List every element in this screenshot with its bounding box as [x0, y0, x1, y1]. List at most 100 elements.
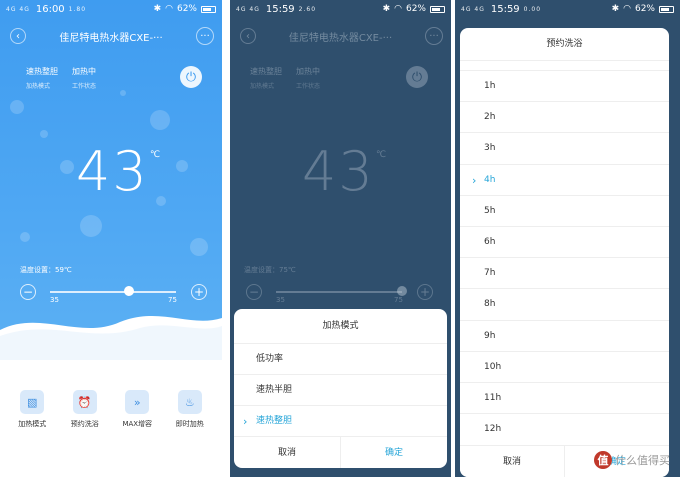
hour-option[interactable]: 12h	[460, 413, 669, 444]
hour-option-selected[interactable]: 4h	[460, 163, 669, 196]
schedule-sheet: 预约洗浴 1h 2h 3h 4h 5h 6h 7h 8h 9h 10h 11h …	[460, 28, 669, 477]
mode-label: MAX增容	[122, 420, 153, 428]
wifi-icon: ◠	[165, 4, 173, 14]
mode-info: 速热整胆 加热模式	[250, 66, 282, 90]
signal-icon: 4G 4G	[6, 5, 30, 13]
bubble	[120, 90, 126, 96]
hour-option[interactable]: 5h	[460, 194, 669, 226]
temperature-slider-track[interactable]	[276, 291, 402, 293]
hour-option[interactable]: 8h	[460, 288, 669, 319]
title-bar: ‹ 佳尼特电热水器CXE-··· ···	[230, 26, 451, 46]
more-button[interactable]: ···	[425, 27, 443, 45]
bubble	[156, 196, 166, 206]
device-title: 佳尼特电热水器CXE-···	[59, 32, 163, 44]
hour-option[interactable]: 9h	[460, 319, 669, 351]
title-bar: ‹ 佳尼特电热水器CXE-··· ···	[0, 26, 222, 46]
hour-option[interactable]: 6h	[460, 225, 669, 257]
more-icon: ···	[429, 30, 439, 42]
state-info: 加热中 工作状态	[296, 66, 320, 90]
option-half-tank[interactable]: 速热半胆	[234, 374, 447, 405]
power-button[interactable]: ⏻	[180, 66, 202, 88]
cancel-button[interactable]: 取消	[234, 437, 340, 468]
mode-caption: 加热模式	[250, 83, 275, 90]
confirm-button[interactable]: 确定	[340, 437, 447, 468]
status-time: 16:00	[35, 3, 65, 15]
battery-percent: 62%	[176, 4, 197, 14]
option-full-tank[interactable]: 速热整胆	[234, 405, 447, 437]
phone-main-screen: 4G 4G 16:00 1.80 ✱ ◠ 62% ‹ 佳尼特电热水器CXE-··…	[0, 0, 222, 477]
minus-icon: −	[22, 285, 34, 299]
bubble	[190, 238, 208, 256]
increase-button[interactable]: +	[191, 284, 207, 300]
mode-value: 速热整胆	[26, 67, 58, 76]
decrease-button[interactable]: −	[20, 284, 36, 300]
state-caption: 工作状态	[296, 83, 321, 90]
temperature-unit: ℃	[150, 150, 161, 160]
more-button[interactable]: ···	[196, 27, 214, 45]
mode-button-heating[interactable]: ▧ 加热模式	[7, 390, 57, 429]
battery-icon	[201, 5, 216, 13]
power-button[interactable]: ⏻	[406, 66, 428, 88]
mode-value: 速热整胆	[250, 67, 282, 76]
hour-option[interactable]: 11h	[460, 381, 669, 413]
state-value: 加热中	[72, 67, 96, 76]
hour-option-partial	[460, 60, 669, 70]
status-bar: 4G 4G 15:59 2.60 ✱ ◠ 62%	[230, 0, 451, 18]
status-time: 15:59	[490, 3, 520, 15]
clock-icon: ⏰	[72, 390, 97, 414]
boost-icon: »	[125, 390, 150, 414]
bubble	[80, 215, 102, 237]
network-speed: 2.60	[298, 5, 317, 13]
bubble	[20, 232, 30, 242]
network-speed: 1.80	[68, 5, 87, 13]
sheet-title: 预约洗浴	[546, 39, 583, 49]
watermark: 值 什么值得买	[594, 451, 670, 469]
range-max: 75	[168, 296, 177, 304]
state-caption: 工作状态	[72, 83, 97, 90]
phone-schedule-sheet: 4G 4G 15:59 0.00 ✱ ◠ 62% 预约洗浴 1h 2h 3h 4…	[455, 0, 680, 477]
mode-label: 预约洗浴	[70, 420, 99, 428]
mode-label: 即时加热	[175, 420, 204, 428]
sheet-title: 加热模式	[322, 321, 359, 331]
wave-decoration	[0, 315, 222, 360]
cancel-button[interactable]: 取消	[460, 446, 564, 477]
battery-icon	[430, 5, 445, 13]
hour-option[interactable]: 2h	[460, 101, 669, 132]
increase-button[interactable]: +	[417, 284, 433, 300]
mode-button-schedule[interactable]: ⏰ 预约洗浴	[60, 390, 110, 429]
mode-icon: ▧	[20, 390, 45, 414]
hour-option[interactable]: 7h	[460, 257, 669, 288]
hour-option[interactable]: 10h	[460, 350, 669, 382]
temperature-display: 43	[302, 140, 375, 203]
hour-option[interactable]: 1h	[460, 70, 669, 101]
range-min: 35	[276, 296, 285, 304]
watermark-text: 什么值得买	[615, 454, 670, 467]
signal-icon: 4G 4G	[461, 5, 485, 13]
hour-option[interactable]: 3h	[460, 132, 669, 163]
mode-button-instant[interactable]: ♨ 即时加热	[165, 390, 215, 429]
option-low-power[interactable]: 低功率	[234, 343, 447, 374]
mode-label: 加热模式	[18, 420, 47, 428]
bubble	[150, 110, 170, 130]
bluetooth-icon: ✱	[382, 4, 391, 14]
mode-button-max[interactable]: » MAX增容	[112, 390, 162, 429]
power-icon: ⏻	[411, 69, 423, 85]
mode-toolbar: ▧ 加热模式 ⏰ 预约洗浴 » MAX增容 ♨ 即时加热	[0, 390, 222, 429]
sheet-actions: 取消 确定	[234, 436, 447, 468]
bluetooth-icon: ✱	[153, 4, 162, 14]
bluetooth-icon: ✱	[611, 4, 620, 14]
wifi-icon: ◠	[394, 4, 402, 14]
temperature-slider-track[interactable]	[50, 291, 176, 293]
device-title: 佳尼特电热水器CXE-···	[288, 32, 393, 44]
temperature-slider-knob[interactable]	[397, 286, 407, 296]
status-bar: 4G 4G 16:00 1.80 ✱ ◠ 62%	[0, 0, 222, 18]
set-temperature-label: 温度设置：75℃	[244, 266, 296, 274]
minus-icon: −	[248, 285, 260, 299]
status-time: 15:59	[265, 3, 295, 15]
bubble	[40, 130, 48, 138]
state-value: 加热中	[296, 67, 320, 76]
power-icon: ⏻	[185, 69, 197, 85]
decrease-button[interactable]: −	[246, 284, 262, 300]
heating-mode-sheet: 加热模式 低功率 速热半胆 速热整胆 取消 确定	[234, 309, 447, 468]
bubble	[60, 160, 74, 174]
